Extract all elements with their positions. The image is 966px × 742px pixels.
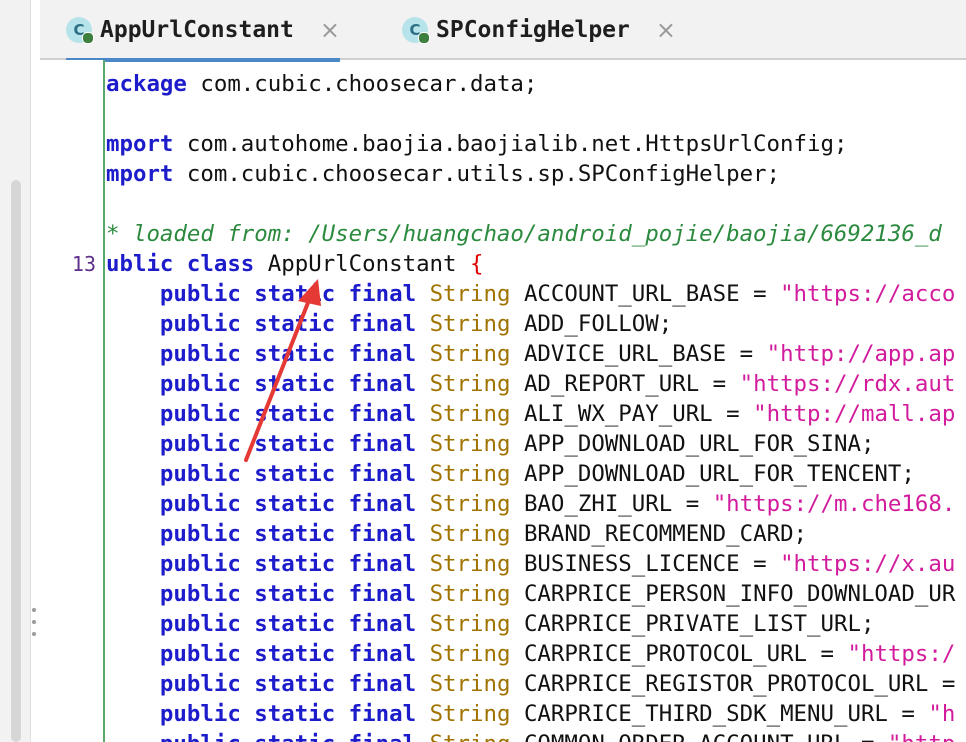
resize-grip-icon[interactable] xyxy=(31,608,37,636)
code-line-field: public static final String ADVICE_URL_BA… xyxy=(159,341,956,367)
code-editor[interactable]: ackage com.cubic.choosecar.data; mport c… xyxy=(106,69,966,742)
code-line-field: public static final String BUSINESS_LICE… xyxy=(159,551,956,577)
editor-gutter xyxy=(40,60,104,742)
code-line-field: public static final String CARPRICE_PRIV… xyxy=(159,611,875,637)
code-line-comment: * loaded from: /Users/huangchao/android_… xyxy=(106,221,942,247)
side-scrollbar[interactable] xyxy=(11,180,21,742)
class-icon: C xyxy=(66,17,94,44)
close-icon[interactable]: × xyxy=(320,16,340,44)
code-line-field: public static final String CARPRICE_PERS… xyxy=(159,581,956,607)
code-line-field: public static final String CARPRICE_REGI… xyxy=(159,671,956,697)
tab-label: AppUrlConstant xyxy=(100,17,294,43)
code-line-field: public static final String AD_REPORT_URL… xyxy=(159,371,956,397)
code-line-field: public static final String BRAND_RECOMME… xyxy=(159,521,808,547)
code-line-field: public static final String ALI_WX_PAY_UR… xyxy=(159,401,956,427)
code-line-field: public static final String CARPRICE_PROT… xyxy=(159,641,956,667)
code-line-field: public static final String APP_DOWNLOAD_… xyxy=(159,431,875,457)
code-line-field: public static final String APP_DOWNLOAD_… xyxy=(159,461,915,487)
code-line-field: public static final String ACCOUNT_URL_B… xyxy=(159,281,956,307)
line-number: 13 xyxy=(71,252,96,276)
tab-spconfighelper[interactable]: C SPConfigHelper × xyxy=(402,0,676,60)
class-icon: C xyxy=(402,17,430,44)
code-line-field: public static final String ADD_FOLLOW; xyxy=(159,311,673,337)
left-tool-strip xyxy=(0,0,31,742)
code-line-import: mport com.cubic.choosecar.utils.sp.SPCon… xyxy=(106,161,781,187)
editor-tab-bar: C AppUrlConstant × C SPConfigHelper × xyxy=(40,0,966,62)
code-line-field: public static final String CARPRICE_THIR… xyxy=(159,701,956,727)
code-line-package: ackage com.cubic.choosecar.data; xyxy=(106,71,538,97)
tab-label: SPConfigHelper xyxy=(436,17,630,43)
code-line-class-declaration: ublic class AppUrlConstant { xyxy=(106,251,484,277)
change-marker-bar xyxy=(103,60,105,742)
code-line-import: mport com.autohome.baojia.baojialib.net.… xyxy=(106,131,848,157)
code-line-field: public static final String COMMON_ORDER_… xyxy=(106,729,966,742)
code-line-field: public static final String BAO_ZHI_URL =… xyxy=(159,491,956,517)
close-icon[interactable]: × xyxy=(656,16,676,44)
tab-appurlconstant[interactable]: C AppUrlConstant × xyxy=(66,0,340,62)
